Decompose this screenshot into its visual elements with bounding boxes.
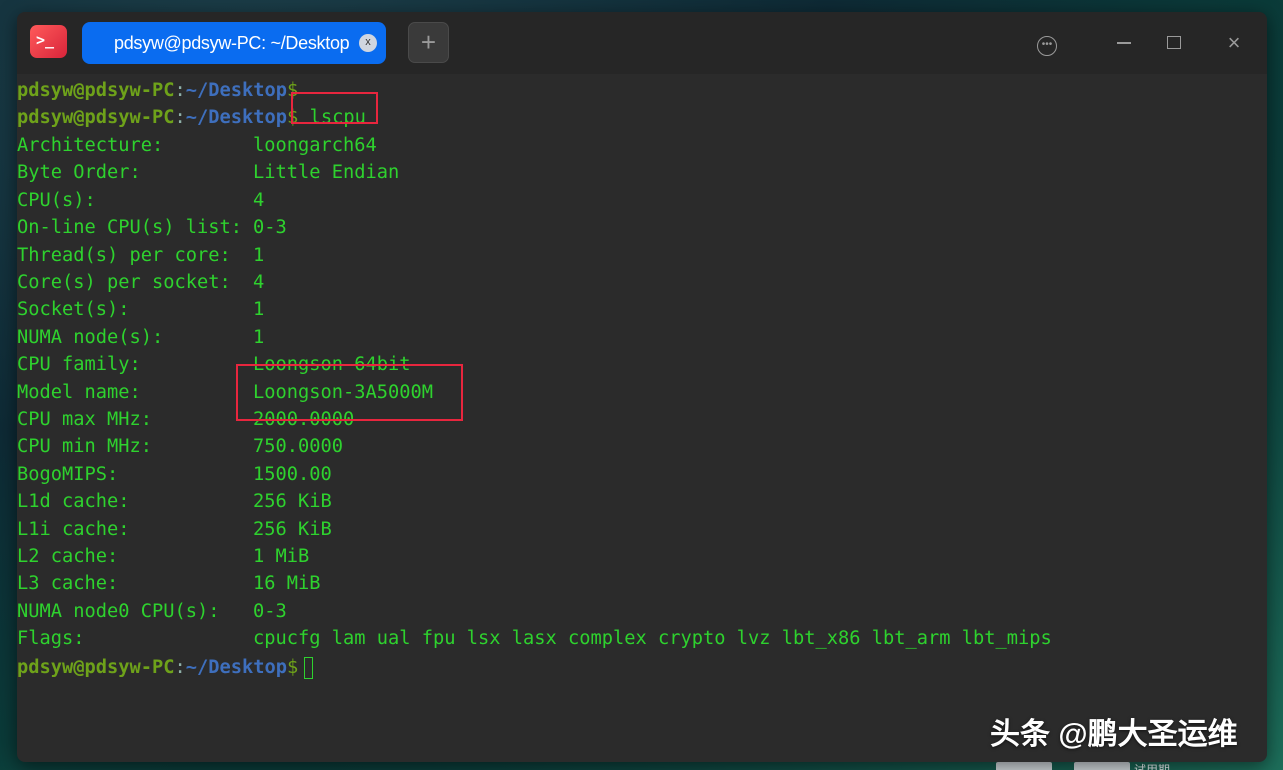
text-cursor [304, 656, 314, 679]
menu-button[interactable]: ••• [1033, 29, 1061, 57]
taskbar-thumbnail[interactable] [996, 762, 1052, 770]
output-row: CPU max MHz: 2000.0000 [17, 406, 1257, 433]
output-value: 16 MiB [253, 573, 321, 595]
output-row: Flags: cpucfg lam ual fpu lsx lasx comple… [17, 625, 1257, 652]
output-key: Thread(s) per core: [17, 244, 231, 266]
maximize-icon [1167, 36, 1181, 50]
maximize-button[interactable] [1160, 29, 1188, 57]
output-key: On-line CPU(s) list: [17, 217, 243, 239]
highlight-model-box [236, 364, 463, 421]
output-value: 1 [253, 244, 265, 266]
watermark: 头条 @鹏大圣运维 [990, 718, 1238, 751]
output-row: CPU(s): 4 [17, 187, 1257, 214]
output-row: BogoMIPS: 1500.00 [17, 461, 1257, 488]
prompt-line: pdsyw@pdsyw-PC:~/Desktop$ [17, 80, 299, 101]
output-row: NUMA node0 CPU(s): 0-3 [17, 598, 1257, 625]
active-prompt-line: pdsyw@pdsyw-PC:~/Desktop$ [17, 654, 314, 681]
output-key: L1i cache: [17, 518, 130, 540]
output-value: 0-3 [253, 217, 287, 239]
output-value: 4 [253, 189, 265, 211]
output-row: CPU family: Loongson-64bit [17, 351, 1257, 378]
taskbar-thumbnail[interactable] [1074, 762, 1130, 770]
output-row: Architecture: loongarch64 [17, 132, 1257, 159]
tab-terminal[interactable]: pdsyw@pdsyw-PC: ~/Desktop x [82, 22, 386, 64]
output-value: Little Endian [253, 162, 400, 184]
new-tab-button[interactable]: + [408, 22, 449, 63]
output-value: 4 [253, 272, 265, 293]
output-value: 256 KiB [253, 518, 332, 540]
output-value: 1500.00 [253, 463, 332, 485]
output-key: L2 cache: [17, 546, 119, 567]
output-row: L1d cache: 256 KiB [17, 488, 1257, 515]
output-row: CPU min MHz: 750.0000 [17, 433, 1257, 460]
terminal-output[interactable]: pdsyw@pdsyw-PC:~/Desktop$ pdsyw@pdsyw-PC… [17, 77, 1267, 762]
output-key: CPU max MHz: [17, 409, 153, 430]
output-value: 1 [253, 299, 265, 321]
minimize-icon [1117, 42, 1131, 44]
highlight-command-box [291, 92, 378, 124]
output-value: loongarch64 [253, 135, 377, 156]
output-row: Model name: Loongson-3A5000M [17, 379, 1257, 406]
taskbar-label: 试用期 [1134, 763, 1171, 770]
output-key: L1d cache: [17, 491, 130, 513]
output-row: L2 cache: 1 MiB [17, 543, 1257, 570]
output-value: cpucfg lam ual fpu lsx lasx complex cryp… [253, 628, 1052, 650]
output-key: NUMA node(s): [17, 326, 164, 348]
more-icon: ••• [1037, 36, 1057, 56]
output-key: CPU min MHz: [17, 436, 153, 458]
close-button[interactable]: × [1220, 29, 1248, 57]
output-value: 0-3 [253, 600, 287, 622]
output-row: On-line CPU(s) list: 0-3 [17, 214, 1257, 241]
output-row: L3 cache: 16 MiB [17, 570, 1257, 597]
tab-title: pdsyw@pdsyw-PC: ~/Desktop [114, 33, 350, 53]
output-value: 1 MiB [253, 546, 310, 567]
output-value: 1 [253, 326, 265, 348]
output-value: 750.0000 [253, 436, 344, 458]
output-key: Flags: [17, 628, 85, 650]
titlebar: >_ pdsyw@pdsyw-PC: ~/Desktop x + ••• × [17, 12, 1267, 74]
output-row: Socket(s): 1 [17, 296, 1257, 323]
output-row: L1i cache: 256 KiB [17, 516, 1257, 543]
output-key: CPU family: [17, 354, 141, 376]
output-key: L3 cache: [17, 573, 119, 595]
minimize-button[interactable] [1110, 29, 1138, 57]
output-key: Core(s) per socket: [17, 272, 231, 293]
output-key: NUMA node0 CPU(s): [17, 600, 220, 622]
output-key: Socket(s): [17, 299, 130, 321]
output-key: Architecture: [17, 135, 164, 156]
output-key: CPU(s): [17, 189, 96, 211]
tab-close-icon[interactable]: x [359, 34, 377, 52]
output-value: 256 KiB [253, 491, 332, 513]
terminal-app-icon[interactable]: >_ [30, 25, 67, 58]
output-row: NUMA node(s): 1 [17, 324, 1257, 351]
output-key: Byte Order: [17, 162, 141, 184]
output-row: Byte Order: Little Endian [17, 159, 1257, 186]
output-row: Thread(s) per core: 1 [17, 242, 1257, 269]
terminal-window: >_ pdsyw@pdsyw-PC: ~/Desktop x + ••• × p… [17, 12, 1267, 762]
output-key: Model name: [17, 381, 141, 403]
output-key: BogoMIPS: [17, 463, 119, 485]
output-row: Core(s) per socket: 4 [17, 269, 1257, 296]
